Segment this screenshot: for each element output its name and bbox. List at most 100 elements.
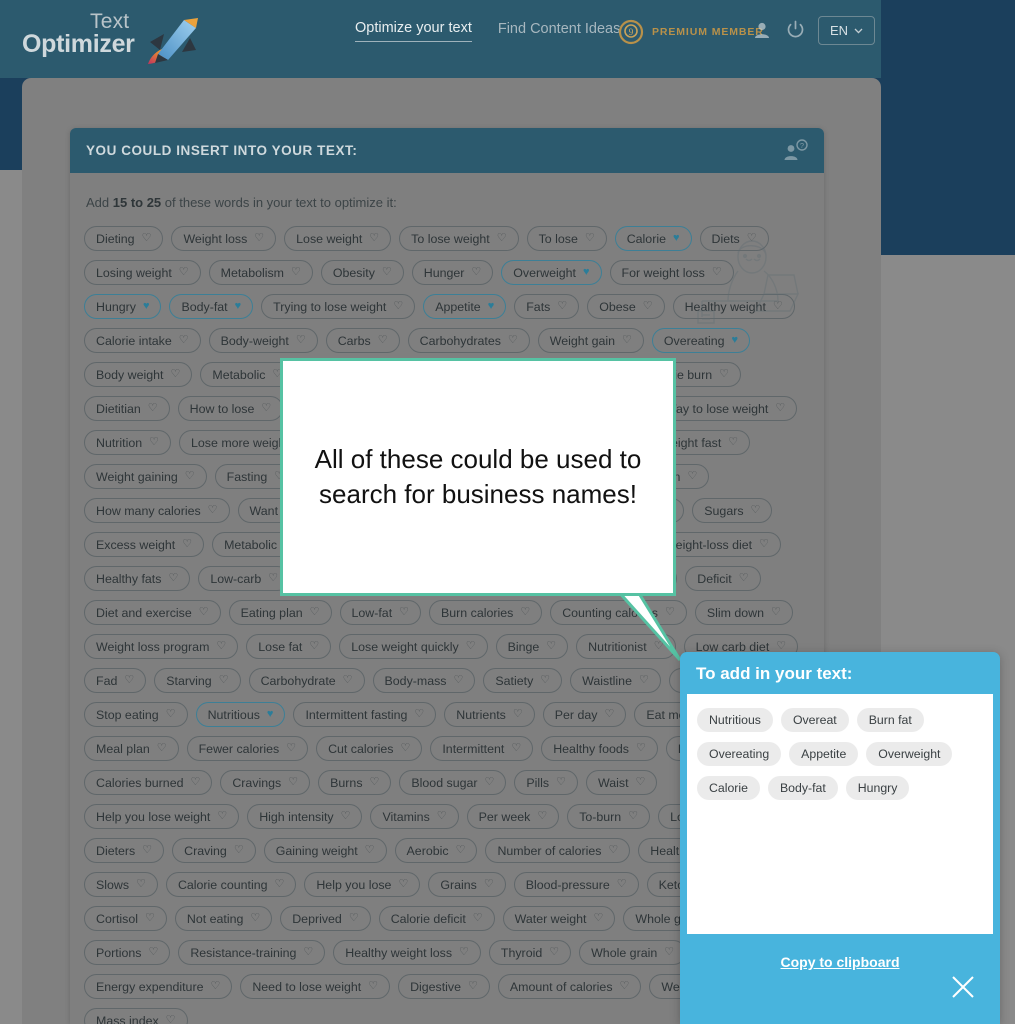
suggestion-tag[interactable]: How to lose ♡ [177,396,284,421]
heart-outline-icon[interactable]: ♡ [400,743,410,754]
suggestion-tag[interactable]: Starving ♡ [154,668,241,693]
suggestion-tag[interactable]: Weight loss ♡ [171,226,277,251]
heart-filled-icon[interactable]: ♥ [488,301,495,312]
suggestion-tag[interactable]: Number of calories ♡ [485,838,631,863]
added-word-chip[interactable]: Hungry [845,776,910,800]
heart-outline-icon[interactable]: ♡ [182,539,192,550]
heart-outline-icon[interactable]: ♡ [639,675,649,686]
suggestion-tag[interactable]: Portions ♡ [84,940,171,965]
heart-outline-icon[interactable]: ♡ [369,233,379,244]
heart-outline-icon[interactable]: ♡ [378,335,388,346]
suggestion-tag[interactable]: Eating plan ♡ [228,600,332,625]
suggestion-tag[interactable]: Amount of calories ♡ [497,974,642,999]
added-word-chip[interactable]: Appetite [789,742,859,766]
heart-outline-icon[interactable]: ♡ [349,913,359,924]
suggestion-tag[interactable]: Fats ♡ [514,294,580,319]
heart-outline-icon[interactable]: ♡ [620,981,630,992]
heart-outline-icon[interactable]: ♡ [594,913,604,924]
suggestion-tag[interactable]: Nutritious ♥ [195,702,286,727]
suggestion-tag[interactable]: Calorie intake ♡ [84,328,201,353]
heart-outline-icon[interactable]: ♡ [549,947,559,958]
suggestion-tag[interactable]: Weight loss program ♡ [84,634,239,659]
suggestion-tag[interactable]: Appetite ♥ [423,294,507,319]
heart-outline-icon[interactable]: ♡ [459,947,469,958]
heart-outline-icon[interactable]: ♡ [414,709,424,720]
suggestion-tag[interactable]: Nutrition ♡ [84,430,172,455]
heart-outline-icon[interactable]: ♡ [604,709,614,720]
suggestion-tag[interactable]: Aerobic ♡ [394,838,478,863]
heart-outline-icon[interactable]: ♡ [473,913,483,924]
heart-outline-icon[interactable]: ♡ [456,845,466,856]
heart-outline-icon[interactable]: ♡ [268,573,278,584]
suggestion-tag[interactable]: Carbohydrates ♡ [407,328,530,353]
heart-outline-icon[interactable]: ♡ [210,981,220,992]
heart-outline-icon[interactable]: ♡ [168,573,178,584]
heart-filled-icon[interactable]: ♥ [673,233,680,244]
heart-outline-icon[interactable]: ♡ [142,233,152,244]
heart-outline-icon[interactable]: ♡ [136,879,146,890]
suggestion-tag[interactable]: Per week ♡ [466,804,560,829]
suggestion-tag[interactable]: For weight loss ♡ [609,260,734,285]
suggestion-tag[interactable]: Resistance-training ♡ [178,940,326,965]
suggestion-tag[interactable]: Obese ♡ [587,294,665,319]
heart-outline-icon[interactable]: ♡ [274,879,284,890]
heart-outline-icon[interactable]: ♡ [687,471,697,482]
heart-outline-icon[interactable]: ♡ [368,981,378,992]
suggestion-tag[interactable]: Body-mass ♡ [372,668,476,693]
app-logo[interactable]: Text Optimizer [18,8,198,70]
heart-outline-icon[interactable]: ♡ [234,845,244,856]
power-icon[interactable] [786,20,805,39]
heart-outline-icon[interactable]: ♡ [303,947,313,958]
heart-outline-icon[interactable]: ♡ [775,403,785,414]
suggestion-tag[interactable]: To lose weight ♡ [399,226,519,251]
heart-outline-icon[interactable]: ♡ [747,233,757,244]
heart-outline-icon[interactable]: ♡ [628,811,638,822]
suggestion-tag[interactable]: Calories burned ♡ [84,770,213,795]
suggestion-tag[interactable]: Intermittent ♡ [430,736,534,761]
suggestion-tag[interactable]: Water weight ♡ [502,906,616,931]
suggestion-tag[interactable]: Trying to lose weight ♡ [261,294,416,319]
suggestion-tag[interactable]: To-burn ♡ [567,804,651,829]
heart-outline-icon[interactable]: ♡ [540,675,550,686]
suggestion-tag[interactable]: Slim down ♡ [694,600,793,625]
suggestion-tag[interactable]: Mass index ♡ [84,1008,188,1024]
suggestion-tag[interactable]: Pills ♡ [514,770,578,795]
heart-outline-icon[interactable]: ♡ [437,811,447,822]
added-word-chip[interactable]: Calorie [697,776,760,800]
heart-filled-icon[interactable]: ♥ [732,335,739,346]
suggestion-tag[interactable]: Losing weight ♡ [84,260,201,285]
heart-outline-icon[interactable]: ♡ [142,845,152,856]
heart-outline-icon[interactable]: ♡ [399,607,409,618]
heart-outline-icon[interactable]: ♡ [216,641,226,652]
heart-outline-icon[interactable]: ♡ [179,335,189,346]
heart-outline-icon[interactable]: ♡ [511,743,521,754]
heart-filled-icon[interactable]: ♥ [235,301,242,312]
heart-outline-icon[interactable]: ♡ [148,403,158,414]
close-icon[interactable] [950,974,976,1000]
suggestion-tag[interactable]: Gaining weight ♡ [263,838,387,863]
suggestion-tag[interactable]: Sugars ♡ [692,498,773,523]
suggestion-tag[interactable]: Deprived ♡ [280,906,371,931]
heart-outline-icon[interactable]: ♡ [712,267,722,278]
suggestion-tag[interactable]: Calorie counting ♡ [165,872,297,897]
suggestion-tag[interactable]: Diet and exercise ♡ [84,600,221,625]
suggestion-tag[interactable]: Metabolism ♡ [208,260,313,285]
suggestion-tag[interactable]: Low-fat ♡ [339,600,422,625]
heart-outline-icon[interactable]: ♡ [556,777,566,788]
heart-outline-icon[interactable]: ♡ [157,743,167,754]
heart-outline-icon[interactable]: ♡ [185,471,195,482]
suggestion-tag[interactable]: Digestive ♡ [398,974,490,999]
heart-outline-icon[interactable]: ♡ [310,607,320,618]
suggestion-tag[interactable]: Blood sugar ♡ [399,770,507,795]
suggestion-tag[interactable]: Cortisol ♡ [84,906,167,931]
suggestion-tag[interactable]: Lose fat ♡ [246,634,332,659]
heart-outline-icon[interactable]: ♡ [124,675,134,686]
heart-outline-icon[interactable]: ♡ [166,709,176,720]
suggestion-tag[interactable]: Slows ♡ [84,872,158,897]
heart-outline-icon[interactable]: ♡ [759,539,769,550]
heart-outline-icon[interactable]: ♡ [179,267,189,278]
heart-outline-icon[interactable]: ♡ [497,233,507,244]
heart-outline-icon[interactable]: ♡ [728,437,738,448]
heart-outline-icon[interactable]: ♡ [454,675,464,686]
suggestion-tag[interactable]: To lose ♡ [526,226,607,251]
